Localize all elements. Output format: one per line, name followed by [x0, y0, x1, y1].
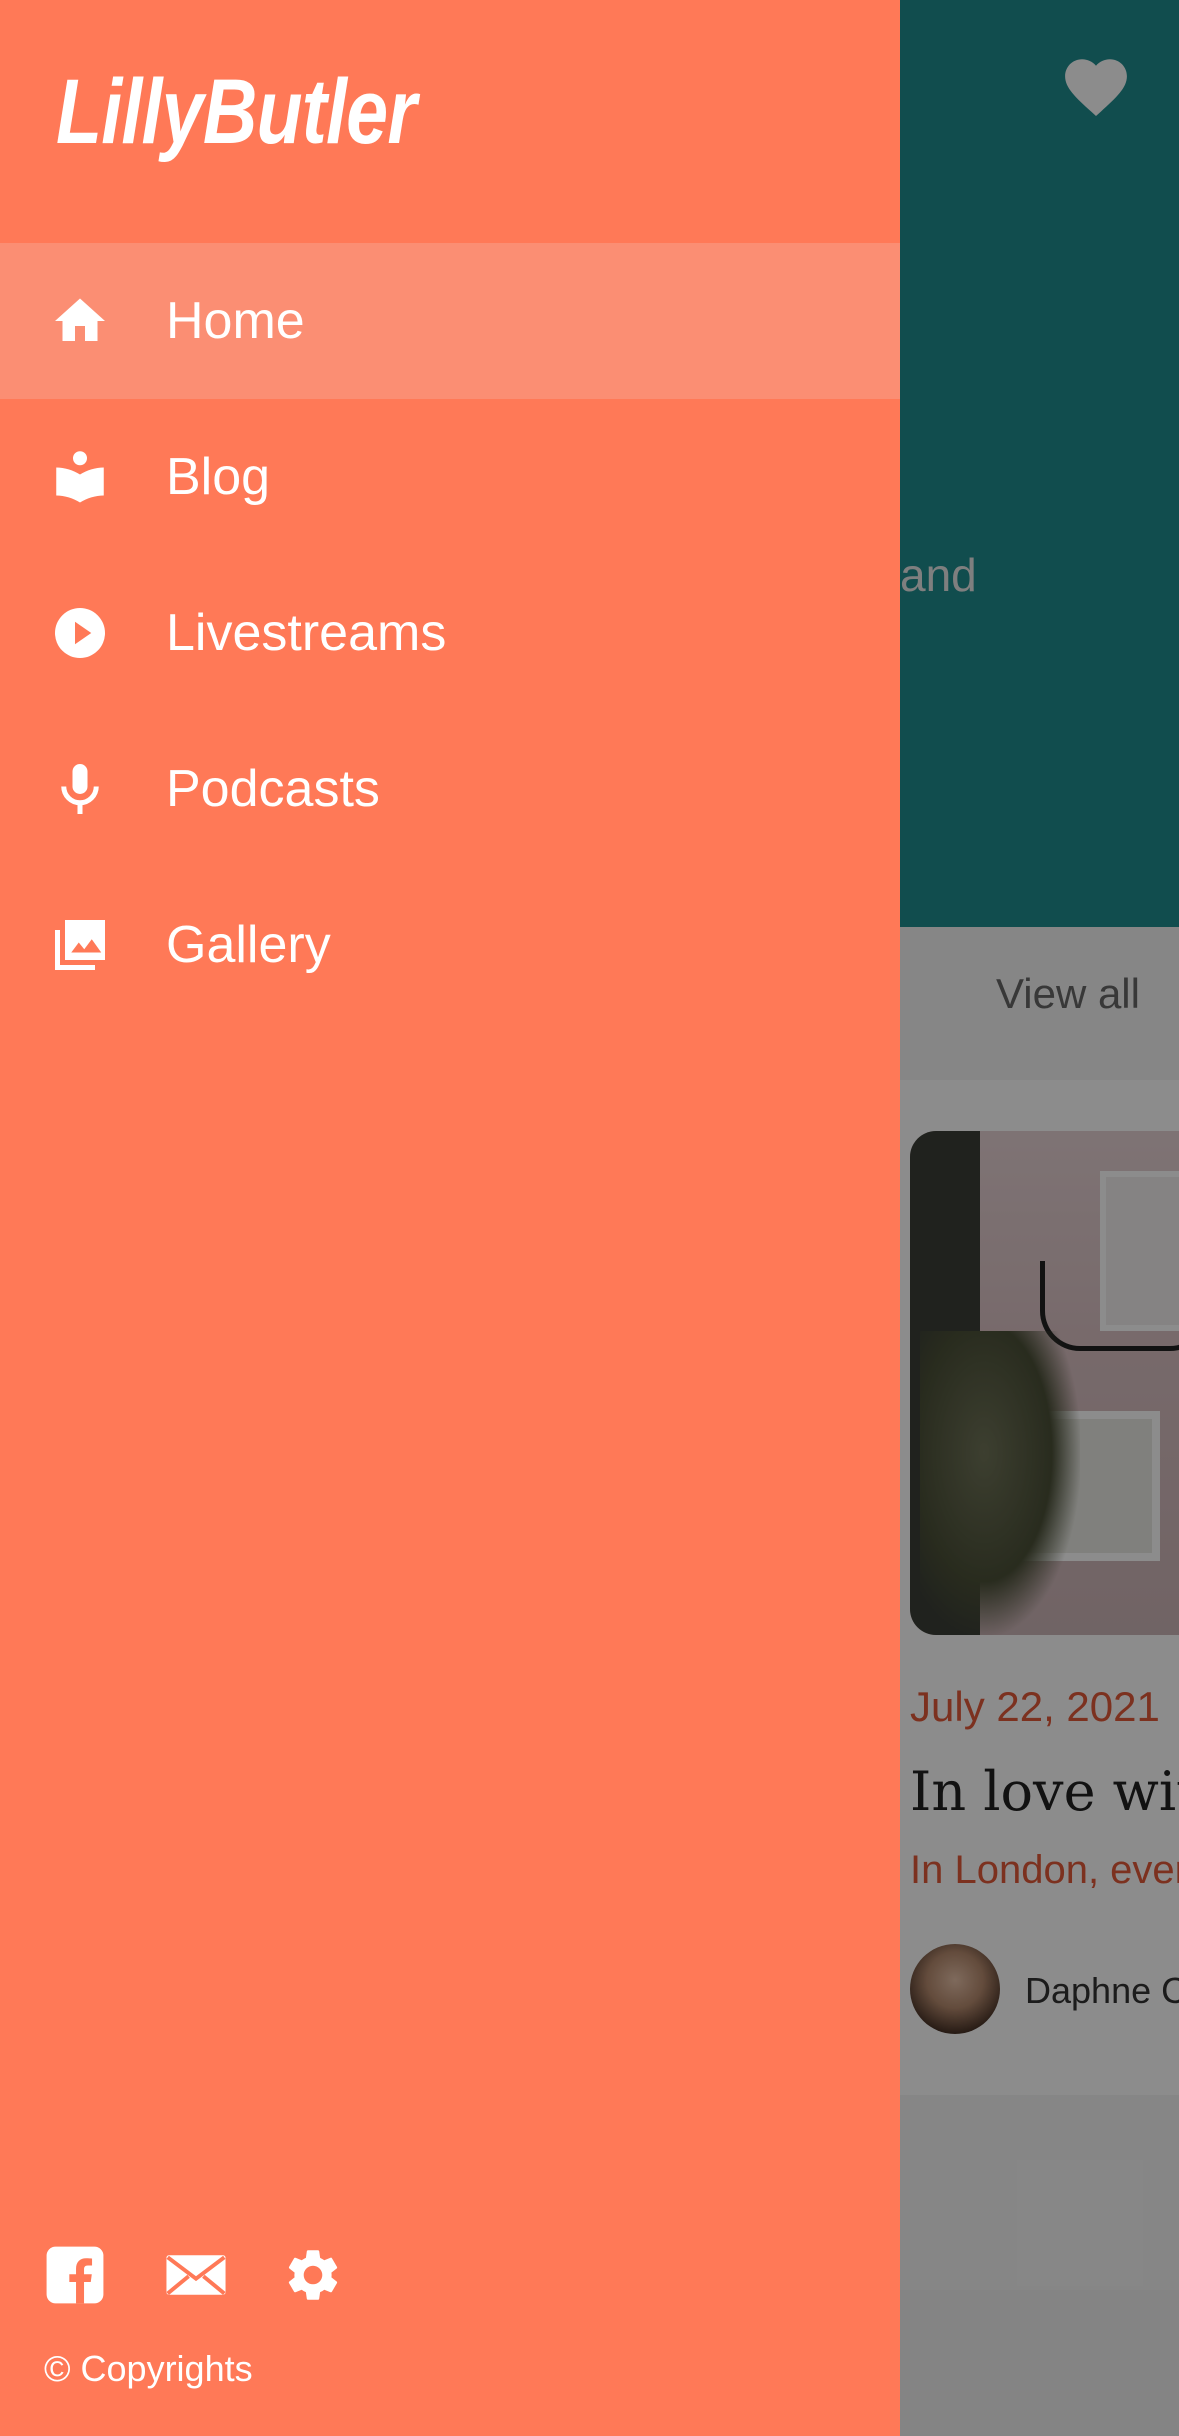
home-icon [50, 291, 110, 351]
drawer-item-label: Podcasts [166, 760, 380, 818]
settings-icon[interactable] [282, 2244, 344, 2308]
facebook-icon[interactable] [44, 2244, 106, 2308]
book-reader-icon [50, 447, 110, 507]
drawer-item-gallery[interactable]: Gallery [0, 867, 900, 1023]
drawer-menu: Home Blog Livestreams Podcasts Gallery [0, 243, 900, 1023]
brand-logo: LillyButler [56, 61, 417, 163]
drawer-item-livestreams[interactable]: Livestreams [0, 555, 900, 711]
drawer-footer-icons [44, 2244, 444, 2308]
drawer-item-blog[interactable]: Blog [0, 399, 900, 555]
play-circle-icon [50, 603, 110, 663]
mail-icon[interactable] [164, 2244, 228, 2308]
drawer-item-label: Livestreams [166, 604, 447, 662]
drawer-item-label: Home [166, 292, 305, 350]
drawer-item-podcasts[interactable]: Podcasts [0, 711, 900, 867]
copyright-text: © Copyrights [44, 2348, 253, 2389]
drawer-item-home[interactable]: Home [0, 243, 900, 399]
navigation-drawer: LillyButler Home Blog Livestreams Podcas… [0, 0, 900, 2436]
drawer-item-label: Gallery [166, 916, 331, 974]
microphone-icon [50, 759, 110, 819]
photo-library-icon [50, 915, 110, 975]
drawer-item-label: Blog [166, 448, 271, 506]
